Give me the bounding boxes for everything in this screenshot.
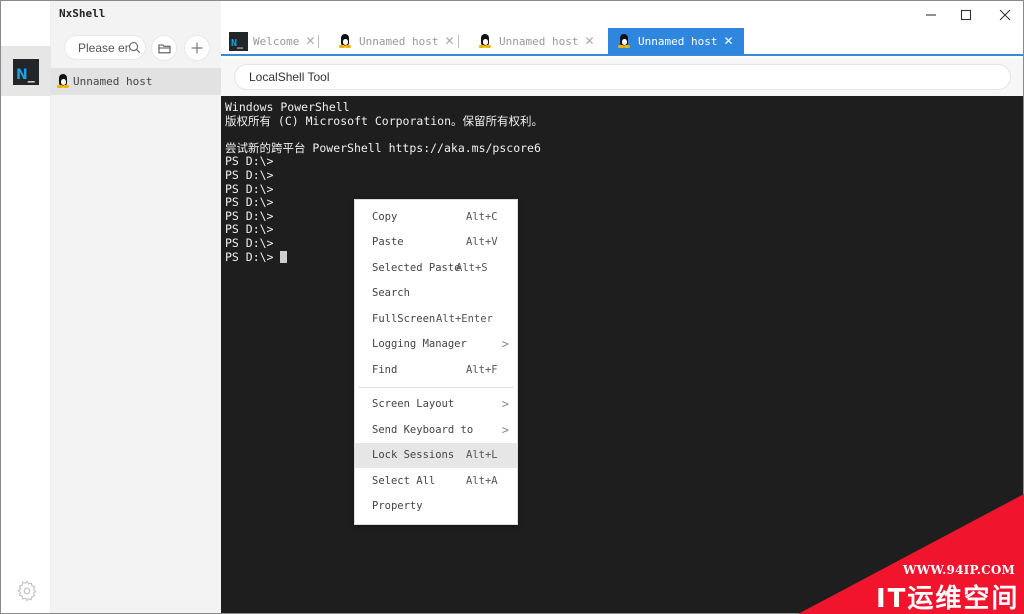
app-window: N_ NxShell Unnamed host <box>0 0 1024 614</box>
menu-label: Find <box>372 363 398 376</box>
menu-shortcut: Alt+A <box>466 474 498 487</box>
tab-unnamed-host-2[interactable]: Unnamed host ✕ <box>479 28 595 54</box>
watermark-title: IT运维空间 <box>876 584 1020 614</box>
maximize-button[interactable] <box>956 5 976 25</box>
menu-label: Selected Paste <box>372 261 461 274</box>
menu-label: Property <box>372 500 423 513</box>
menu-label: Search <box>372 287 410 300</box>
tab-label: Welcome <box>253 34 300 48</box>
terminal-line: PS D:\> <box>225 235 274 250</box>
chevron-right-icon: > <box>501 337 509 352</box>
tab-label: Unnamed host <box>638 34 718 48</box>
terminal-line: 版权所有 (C) Microsoft Corporation。保留所有权利。 <box>225 113 544 128</box>
close-icon <box>999 9 1011 21</box>
tab-divider <box>318 35 320 48</box>
linux-icon <box>339 33 351 49</box>
menu-item-screen-layout[interactable]: Screen Layout > <box>355 392 517 418</box>
terminal-prompt-line: PS D:\> <box>225 249 1019 265</box>
terminal-line: PS D:\> <box>225 195 274 210</box>
menu-label: FullScreen <box>372 312 436 325</box>
chevron-right-icon: > <box>501 422 509 437</box>
menu-label: Screen Layout <box>372 398 455 411</box>
prompt-text: PS D:\> <box>225 249 281 264</box>
menu-label: Logging Manager <box>372 338 467 351</box>
menu-separator <box>358 386 514 388</box>
terminal-line: PS D:\> <box>225 222 274 237</box>
terminal-line: Windows PowerShell <box>225 100 350 114</box>
logo-cursor: _ <box>27 67 35 83</box>
menu-item-find[interactable]: Find Alt+F <box>355 357 517 383</box>
terminal-line: 尝试新的跨平台 PowerShell https://aka.ms/pscore… <box>225 140 541 155</box>
tab-close-icon[interactable]: ✕ <box>723 34 733 48</box>
menu-item-lock-sessions[interactable]: Lock Sessions Alt+L <box>355 442 517 468</box>
terminal-line: PS D:\> <box>225 167 274 182</box>
menu-shortcut: Alt+V <box>466 236 498 249</box>
tool-bar: LocalShell Tool <box>221 58 1023 96</box>
maximize-icon <box>960 9 972 21</box>
open-folder-button[interactable] <box>151 35 177 61</box>
minimize-icon <box>926 14 936 16</box>
tool-selector-input[interactable]: LocalShell Tool <box>234 64 1011 90</box>
menu-item-select-all[interactable]: Select All Alt+A <box>355 468 517 494</box>
nxshell-logo-icon[interactable]: N _ <box>13 59 39 85</box>
settings-gear-icon[interactable] <box>15 579 39 603</box>
tab-label: Unnamed host <box>359 34 439 48</box>
menu-item-search[interactable]: Search <box>355 281 517 307</box>
app-title: NxShell <box>59 7 106 20</box>
nxshell-icon: N _ <box>229 31 248 51</box>
session-search[interactable] <box>64 35 146 60</box>
linux-icon <box>57 74 69 89</box>
add-session-button[interactable] <box>184 35 210 61</box>
session-label: Unnamed host <box>73 75 153 88</box>
terminal-line: PS D:\> <box>225 181 274 196</box>
tab-welcome[interactable]: N _ Welcome ✕ <box>229 28 320 54</box>
menu-label: Copy <box>372 210 398 223</box>
close-window-button[interactable] <box>995 5 1015 25</box>
tab-divider <box>457 35 459 48</box>
session-list-item[interactable]: Unnamed host <box>51 68 221 95</box>
chevron-right-icon: > <box>501 397 509 412</box>
menu-item-send-keyboard-to[interactable]: Send Keyboard to > <box>355 417 517 443</box>
linux-icon <box>618 33 630 49</box>
menu-shortcut: Alt+C <box>466 210 498 223</box>
folder-icon <box>157 43 171 53</box>
minimize-button[interactable] <box>921 5 941 25</box>
menu-item-selected-paste[interactable]: Selected Paste Alt+S <box>355 255 517 281</box>
menu-item-copy[interactable]: Copy Alt+C <box>355 204 517 230</box>
menu-shortcut: Alt+Enter <box>436 312 493 325</box>
watermark-url: WWW.94IP.COM <box>903 563 1015 577</box>
context-menu: Copy Alt+C Paste Alt+V Selected Paste Al… <box>354 199 518 525</box>
menu-item-logging-manager[interactable]: Logging Manager > <box>355 332 517 358</box>
menu-shortcut: Alt+L <box>466 449 498 462</box>
tab-close-icon[interactable]: ✕ <box>444 34 454 48</box>
tab-label: Unnamed host <box>499 34 579 48</box>
terminal-line: PS D:\> <box>225 208 274 223</box>
session-search-input[interactable] <box>78 40 130 55</box>
menu-shortcut: Alt+S <box>456 261 488 274</box>
menu-item-paste[interactable]: Paste Alt+V <box>355 230 517 256</box>
menu-label: Select All <box>372 474 436 487</box>
terminal-line: PS D:\> <box>225 154 274 169</box>
menu-item-fullscreen[interactable]: FullScreen Alt+Enter <box>355 306 517 332</box>
search-icon[interactable] <box>128 41 141 54</box>
terminal-output[interactable]: Windows PowerShell 版权所有 (C) Microsoft Co… <box>221 96 1023 613</box>
tab-close-icon[interactable]: ✕ <box>584 34 594 48</box>
tab-close-icon[interactable]: ✕ <box>305 34 315 48</box>
logo-letter: N <box>16 67 28 83</box>
plus-icon <box>191 42 203 54</box>
terminal-cursor <box>280 250 288 263</box>
menu-label: Paste <box>372 236 404 249</box>
menu-shortcut: Alt+F <box>466 363 498 376</box>
menu-label: Lock Sessions <box>372 449 455 462</box>
tab-unnamed-host-1[interactable]: Unnamed host ✕ <box>339 28 459 54</box>
menu-item-property[interactable]: Property <box>355 494 517 520</box>
tab-unnamed-host-3-active[interactable]: Unnamed host ✕ <box>608 28 744 54</box>
menu-label: Send Keyboard to <box>372 423 474 436</box>
left-rail: N _ <box>1 1 51 613</box>
tab-bar: N _ Welcome ✕ Unnamed host ✕ Unnamed host… <box>221 28 1023 56</box>
linux-icon <box>479 33 491 49</box>
